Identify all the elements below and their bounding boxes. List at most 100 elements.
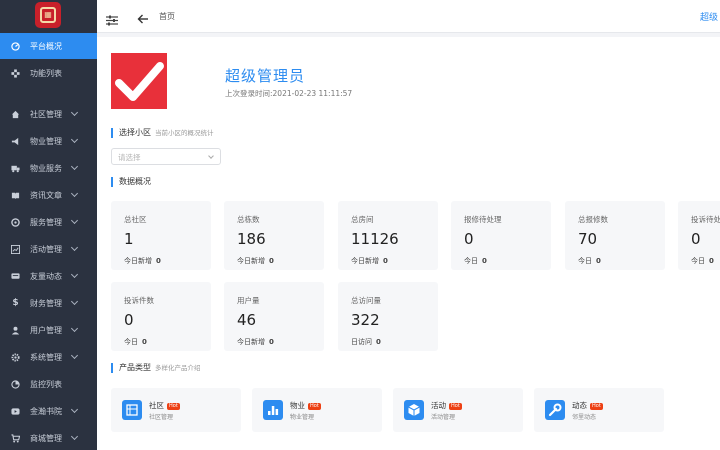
section-title-products: 产品类型 多样化产品介绍 — [111, 363, 201, 373]
user-menu[interactable]: 超级 — [700, 10, 718, 23]
sidebar-item-activity[interactable]: 活动管理 — [0, 236, 97, 262]
building-icon — [122, 400, 142, 420]
stat-label: 总栋数 — [237, 215, 260, 224]
sidebar-item-label: 活动管理 — [30, 244, 62, 254]
section-title-text: 产品类型 — [119, 363, 151, 372]
sidebar-item-label: 监控列表 — [30, 379, 62, 389]
monitor-icon — [11, 379, 20, 389]
section-title-community: 选择小区 当前小区的概况统计 — [111, 128, 214, 138]
product-name: 活动 Hot — [431, 401, 462, 410]
stat-card-pending-repairs[interactable]: 报修待处理 0 今日 0 — [451, 201, 551, 270]
sidebar-item-label: 金瀚书院 — [30, 406, 62, 416]
bar-chart-icon — [263, 400, 283, 420]
stat-value: 322 — [351, 311, 380, 329]
sidebar-item-academy[interactable]: 金瀚书院 — [0, 398, 97, 424]
stat-value: 1 — [124, 230, 134, 248]
chevron-down-icon — [70, 324, 79, 333]
top-bar: 首页 超级 — [97, 0, 720, 33]
product-description: 邻里动态 — [572, 414, 597, 421]
settings-icon — [11, 217, 20, 227]
stat-card-users[interactable]: 用户量 46 今日新增 0 — [224, 282, 324, 351]
stat-label: 总房间 — [351, 215, 374, 224]
sidebar-item-features[interactable]: 功能列表 — [0, 60, 97, 86]
sidebar-item-overview[interactable]: 平台概况 — [0, 33, 97, 59]
chevron-down-icon — [70, 189, 79, 198]
video-icon — [11, 407, 20, 416]
product-card-activity[interactable]: 活动 Hot 活动管理 — [393, 388, 523, 432]
section-title-overview: 数据概况 — [111, 177, 151, 187]
stat-value: 186 — [237, 230, 266, 248]
stat-footer: 今日新增 0 — [237, 257, 274, 265]
dollar-icon: $ — [12, 298, 19, 308]
stat-label: 报修待处理 — [464, 215, 502, 224]
stat-footer: 今日 0 — [464, 257, 487, 265]
sidebar-item-label: 友量动态 — [30, 271, 62, 281]
stat-card-communities[interactable]: 总社区 1 今日新增 0 — [111, 201, 211, 270]
stat-footer: 日访问 0 — [351, 338, 381, 346]
sidebar: ▦ 平台概况 功能列表 社区管理 物业管理 物业服务 资讯文章 服务管理 活动管… — [0, 0, 97, 450]
sidebar-item-system[interactable]: 系统管理 — [0, 344, 97, 370]
stat-label: 总访问量 — [351, 296, 381, 305]
menu-toggle-icon[interactable] — [106, 11, 118, 26]
sidebar-item-monitor[interactable]: 监控列表 — [0, 371, 97, 397]
stat-label: 投诉件数 — [124, 296, 154, 305]
sidebar-item-property[interactable]: 物业管理 — [0, 128, 97, 154]
sidebar-item-articles[interactable]: 资讯文章 — [0, 182, 97, 208]
grid-icon — [11, 68, 20, 78]
stat-value: 46 — [237, 311, 257, 329]
sidebar-item-label: 服务管理 — [30, 217, 62, 227]
chevron-down-icon — [70, 243, 79, 252]
stat-card-complaints[interactable]: 投诉件数 0 今日 0 — [111, 282, 211, 351]
arrow-left-icon[interactable] — [137, 10, 149, 24]
sidebar-item-property-service[interactable]: 物业服务 — [0, 155, 97, 181]
megaphone-icon — [11, 137, 20, 146]
stat-card-rooms[interactable]: 总房间 11126 今日新增 0 — [338, 201, 438, 270]
stat-footer: 今日新增 0 — [237, 338, 274, 346]
sidebar-item-label: 财务管理 — [30, 298, 62, 308]
main-content: 超级管理员 上次登录时间:2021-02-23 11:11:57 选择小区 当前小… — [97, 37, 720, 450]
product-card-community[interactable]: 社区 Hot 社区管理 — [111, 388, 241, 432]
user-icon — [11, 326, 20, 335]
breadcrumb[interactable]: 首页 — [159, 11, 175, 22]
chevron-down-icon — [70, 432, 79, 441]
home-icon — [11, 110, 20, 119]
chevron-down-icon — [70, 270, 79, 279]
hot-badge: Hot — [449, 403, 462, 410]
section-title-text: 选择小区 — [119, 128, 151, 137]
cog-icon — [11, 352, 20, 362]
product-card-property[interactable]: 物业 Hot 物业管理 — [252, 388, 382, 432]
sidebar-item-label: 商城管理 — [30, 433, 62, 443]
sidebar-item-users[interactable]: 用户管理 — [0, 317, 97, 343]
community-select[interactable]: 请选择 — [111, 148, 221, 165]
sidebar-item-dynamics[interactable]: 友量动态 — [0, 263, 97, 289]
sidebar-item-label: 社区管理 — [30, 109, 62, 119]
product-card-dynamics[interactable]: 动态 Hot 邻里动态 — [534, 388, 664, 432]
chevron-down-icon — [70, 162, 79, 171]
stat-card-buildings[interactable]: 总栋数 186 今日新增 0 — [224, 201, 324, 270]
chevron-down-icon — [70, 135, 79, 144]
stat-card-total-repairs[interactable]: 总报修数 70 今日 0 — [565, 201, 665, 270]
stat-value: 70 — [578, 230, 598, 248]
select-placeholder: 请选择 — [118, 153, 141, 162]
stat-card-visits[interactable]: 总访问量 322 日访问 0 — [338, 282, 438, 351]
sidebar-item-community[interactable]: 社区管理 — [0, 101, 97, 127]
chevron-down-icon — [70, 216, 79, 225]
stat-label: 用户量 — [237, 296, 260, 305]
sidebar-item-service[interactable]: 服务管理 — [0, 209, 97, 235]
section-subtitle: 当前小区的概况统计 — [155, 129, 214, 137]
sidebar-item-mall[interactable]: 商城管理 — [0, 425, 97, 450]
dashboard-icon — [11, 41, 20, 51]
chevron-down-icon — [70, 297, 79, 306]
app-logo[interactable]: ▦ — [35, 2, 61, 28]
book-icon — [11, 191, 20, 200]
chevron-down-icon — [70, 405, 79, 414]
cube-icon — [404, 400, 424, 420]
sidebar-item-label: 资讯文章 — [30, 190, 62, 200]
stat-card-pending-complaints[interactable]: 投诉待处 0 今日 0 — [678, 201, 720, 270]
sidebar-item-finance[interactable]: $ 财务管理 — [0, 290, 97, 316]
section-subtitle: 多样化产品介绍 — [155, 364, 201, 372]
stat-footer: 今日 0 — [578, 257, 601, 265]
stat-value: 11126 — [351, 230, 399, 248]
sidebar-item-label: 平台概况 — [30, 41, 62, 51]
chart-icon — [11, 244, 20, 254]
